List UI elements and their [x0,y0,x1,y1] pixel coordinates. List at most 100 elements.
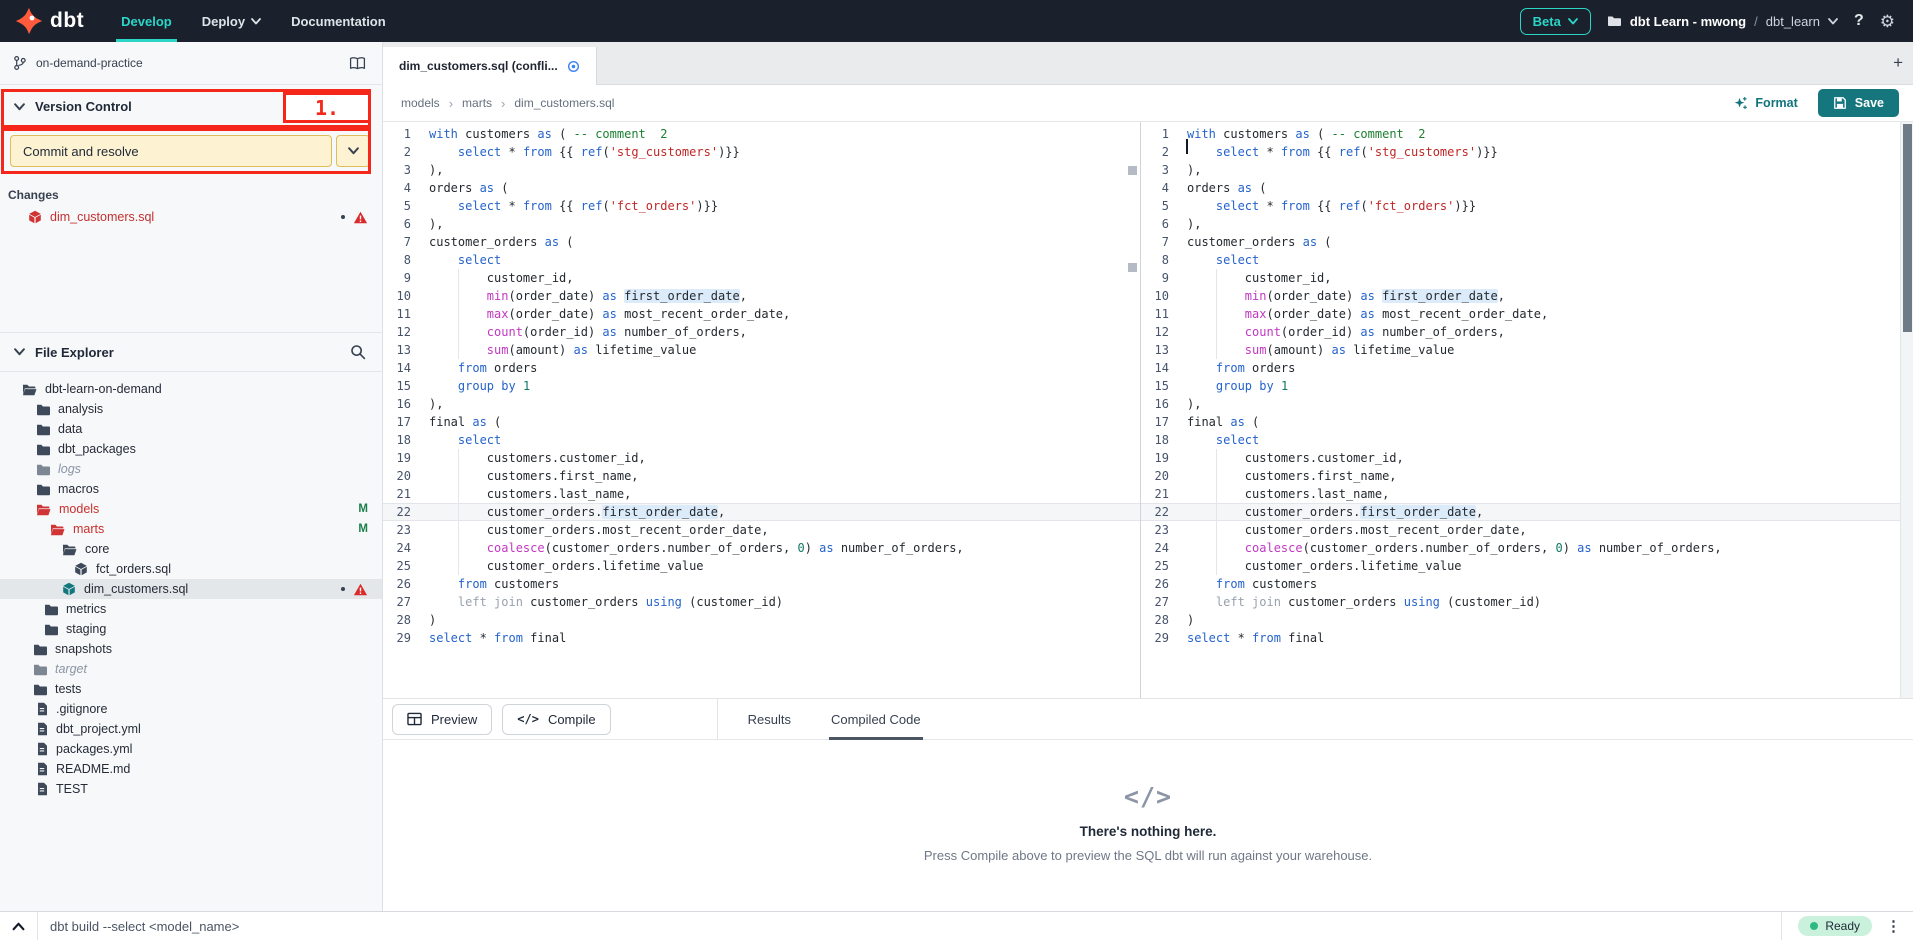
code-line-12[interactable]: 12 count(order_id) as number_of_orders, [383,323,1140,341]
tree-item-packages.yml[interactable]: packages.yml [0,739,382,759]
code-line-9[interactable]: 9 customer_id, [1141,269,1913,287]
version-control-header[interactable]: Version Control [0,85,382,128]
code-line-15[interactable]: 15 group by 1 [1141,377,1913,395]
search-icon[interactable] [350,344,366,360]
breadcrumb-item-models[interactable]: models [401,96,440,110]
beta-dropdown[interactable]: Beta [1520,8,1591,35]
save-button[interactable]: Save [1818,89,1899,117]
nav-item-deploy[interactable]: Deploy [187,0,276,42]
code-line-20[interactable]: 20 customers.first_name, [1141,467,1913,485]
docs-book-icon[interactable] [349,56,366,71]
nav-item-develop[interactable]: Develop [106,0,187,42]
code-line-23[interactable]: 23 customer_orders.most_recent_order_dat… [1141,521,1913,539]
code-line-10[interactable]: 10 min(order_date) as first_order_date, [383,287,1140,305]
code-line-27[interactable]: 27 left join customer_orders using (cust… [1141,593,1913,611]
code-line-18[interactable]: 18 select [383,431,1140,449]
tree-item-dbt_packages[interactable]: dbt_packages [0,439,382,459]
code-line-14[interactable]: 14 from orders [383,359,1140,377]
code-line-21[interactable]: 21 customers.last_name, [1141,485,1913,503]
code-line-19[interactable]: 19 customers.customer_id, [383,449,1140,467]
new-tab-icon[interactable]: + [1893,54,1903,71]
panel-tab-results[interactable]: Results [746,698,793,740]
dbt-logo[interactable]: dbt [0,6,106,36]
tree-item-staging[interactable]: staging [0,619,382,639]
code-line-29[interactable]: 29select * from final [1141,629,1913,647]
code-line-12[interactable]: 12 count(order_id) as number_of_orders, [1141,323,1913,341]
code-line-20[interactable]: 20 customers.first_name, [383,467,1140,485]
code-line-5[interactable]: 5 select * from {{ ref('fct_orders')}} [1141,197,1913,215]
tree-item-TEST[interactable]: TEST [0,779,382,799]
code-line-11[interactable]: 11 max(order_date) as most_recent_order_… [1141,305,1913,323]
tree-item-marts[interactable]: martsM [0,519,382,539]
code-line-14[interactable]: 14 from orders [1141,359,1913,377]
editor-pane-left[interactable]: 1with customers as ( -- comment 22 selec… [383,122,1140,698]
code-line-19[interactable]: 19 customers.customer_id, [1141,449,1913,467]
tree-item-logs[interactable]: logs [0,459,382,479]
tree-item-snapshots[interactable]: snapshots [0,639,382,659]
tree-item-core[interactable]: core [0,539,382,559]
code-line-2[interactable]: 2 select * from {{ ref('stg_customers')}… [1141,143,1913,161]
panel-tab-compiled-code[interactable]: Compiled Code [829,698,923,740]
code-line-17[interactable]: 17final as ( [1141,413,1913,431]
tree-item-analysis[interactable]: analysis [0,399,382,419]
code-line-26[interactable]: 26 from customers [383,575,1140,593]
code-line-6[interactable]: 6), [383,215,1140,233]
code-line-24[interactable]: 24 coalesce(customer_orders.number_of_or… [1141,539,1913,557]
code-line-25[interactable]: 25 customer_orders.lifetime_value [1141,557,1913,575]
tree-item-macros[interactable]: macros [0,479,382,499]
code-line-28[interactable]: 28) [1141,611,1913,629]
code-line-10[interactable]: 10 min(order_date) as first_order_date, [1141,287,1913,305]
code-line-23[interactable]: 23 customer_orders.most_recent_order_dat… [383,521,1140,539]
kebab-menu-icon[interactable]: ⋮ [1886,917,1901,935]
code-line-21[interactable]: 21 customers.last_name, [383,485,1140,503]
code-line-13[interactable]: 13 sum(amount) as lifetime_value [383,341,1140,359]
code-line-17[interactable]: 17final as ( [383,413,1140,431]
code-line-24[interactable]: 24 coalesce(customer_orders.number_of_or… [383,539,1140,557]
settings-gear-icon[interactable]: ⚙ [1880,13,1895,30]
tree-item-models[interactable]: modelsM [0,499,382,519]
code-line-4[interactable]: 4orders as ( [383,179,1140,197]
nav-item-documentation[interactable]: Documentation [276,0,401,42]
tree-item-.gitignore[interactable]: .gitignore [0,699,382,719]
chevron-up-icon[interactable] [0,922,37,931]
code-line-25[interactable]: 25 customer_orders.lifetime_value [383,557,1140,575]
code-line-29[interactable]: 29select * from final [383,629,1140,647]
editor-pane-right[interactable]: 1with customers as ( -- comment 22 selec… [1141,122,1913,698]
code-line-16[interactable]: 16), [383,395,1140,413]
code-line-6[interactable]: 6), [1141,215,1913,233]
tree-item-dim_customers.sql[interactable]: dim_customers.sql [0,579,382,599]
scrollbar-mark[interactable] [1128,166,1137,175]
code-line-3[interactable]: 3), [1141,161,1913,179]
format-button[interactable]: Format [1733,96,1797,111]
tree-item-metrics[interactable]: metrics [0,599,382,619]
tab-dim-customers[interactable]: dim_customers.sql (confli... [383,47,597,85]
compile-button[interactable]: </> Compile [502,704,610,735]
vertical-scrollbar[interactable] [1900,122,1913,698]
changed-file-dim_customers.sql[interactable]: dim_customers.sql [0,204,382,230]
project-switcher[interactable]: dbt Learn - mwong / dbt_learn [1607,14,1838,29]
tree-item-README.md[interactable]: README.md [0,759,382,779]
code-line-9[interactable]: 9 customer_id, [383,269,1140,287]
tree-item-target[interactable]: target [0,659,382,679]
code-line-4[interactable]: 4orders as ( [1141,179,1913,197]
breadcrumb-item-dim_customers.sql[interactable]: dim_customers.sql [514,96,614,110]
code-line-18[interactable]: 18 select [1141,431,1913,449]
tree-item-data[interactable]: data [0,419,382,439]
preview-button[interactable]: Preview [392,704,492,735]
scrollbar-thumb[interactable] [1903,124,1912,332]
git-branch-row[interactable]: on-demand-practice [0,42,382,85]
code-line-13[interactable]: 13 sum(amount) as lifetime_value [1141,341,1913,359]
code-line-8[interactable]: 8 select [1141,251,1913,269]
code-line-5[interactable]: 5 select * from {{ ref('fct_orders')}} [383,197,1140,215]
code-line-8[interactable]: 8 select [383,251,1140,269]
code-line-28[interactable]: 28) [383,611,1140,629]
code-line-22[interactable]: 22 customer_orders.first_order_date, [1141,503,1913,521]
code-line-26[interactable]: 26 from customers [1141,575,1913,593]
tree-item-dbt_project.yml[interactable]: dbt_project.yml [0,719,382,739]
commit-and-resolve-button[interactable]: Commit and resolve [10,135,332,167]
code-line-7[interactable]: 7customer_orders as ( [383,233,1140,251]
commit-options-caret-button[interactable] [336,135,370,167]
code-line-1[interactable]: 1with customers as ( -- comment 2 [383,125,1140,143]
scrollbar-mark[interactable] [1128,263,1137,272]
code-line-11[interactable]: 11 max(order_date) as most_recent_order_… [383,305,1140,323]
